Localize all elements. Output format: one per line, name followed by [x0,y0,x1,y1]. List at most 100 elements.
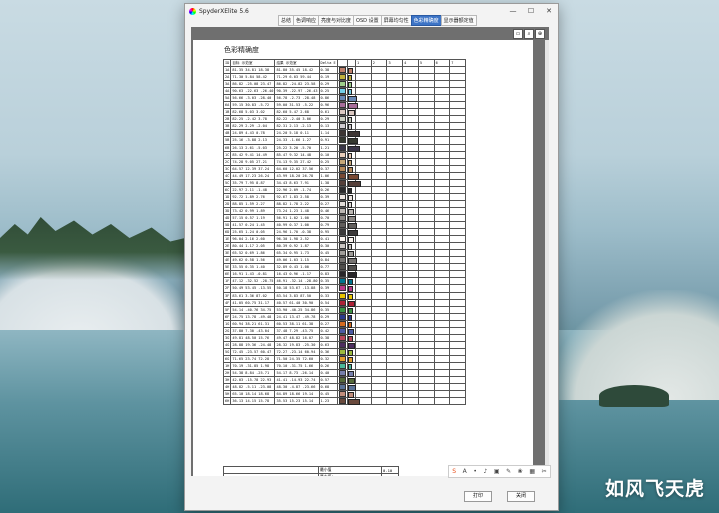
color-swatch [338,384,346,391]
close-icon[interactable]: ✕ [540,7,558,15]
scale-cell [355,136,372,145]
pen-icon[interactable]: ✎ [506,468,511,475]
maximize-icon[interactable]: ☐ [522,7,540,15]
dot-icon[interactable]: • [473,468,477,475]
scale-cell [417,369,435,378]
music-icon[interactable]: ♪ [483,468,487,475]
patch-swatch-cell [336,305,348,314]
minimize-icon[interactable]: — [504,7,522,15]
scale-cell [370,361,388,371]
tab-5[interactable]: 色彩精确度 [410,15,442,26]
scale-cell [386,213,404,223]
scale-cell [386,164,404,173]
patch-swatch-cell [336,136,348,145]
delta-e-bar-cell [346,157,357,166]
tab-2[interactable]: 亮度与对比度 [318,15,355,26]
tab-3[interactable]: OSD 设置 [353,15,382,26]
result-values: 28.32 19.83 -25.30 [274,340,320,349]
patch-swatch-cell [336,256,348,265]
target-values: 37.80 7.30 -43.04 [230,326,276,335]
scale-cell [449,390,466,399]
font-icon[interactable]: A [463,468,467,475]
zoom-select-icon[interactable]: ⊕ [535,29,545,39]
scale-cell [417,164,435,173]
table-row: 3C 64.57 12.39 37.24 64.60 12.02 37.56 0.37 [222,164,466,173]
tab-4[interactable]: 屏幕均匀性 [380,15,412,26]
tab-6[interactable]: 显示器额定值 [440,15,477,26]
page-fit-icon[interactable]: ▭ [513,29,523,39]
close-button[interactable]: 关闭 [507,491,535,502]
scale-cell [355,122,372,131]
target-values: 82.25 -2.42 3.78 [230,115,276,124]
scale-cell [370,129,388,138]
patch-id: 4A [222,87,232,96]
scale-cell [449,354,466,363]
scale-cell [355,150,372,159]
target-values: 71.30 5.84 58.42 [230,73,276,82]
delta-e-bar-cell [346,242,357,251]
patch-swatch-cell [336,326,348,335]
scale-cell [449,340,466,349]
scale-cell [386,354,404,363]
scale-cell [402,115,419,124]
scale-cell [386,129,404,138]
scale-cell [386,326,404,335]
scissors-icon[interactable]: ✂ [542,468,547,475]
skin-icon[interactable]: ❀ [518,468,523,475]
result-values: 24.33 -1.66 1.27 [274,136,320,145]
scale-cell [355,80,372,89]
table-row: 3D 73.42 0.99 1.89 73.24 1.23 1.48 0.46 [222,206,466,215]
keyboard-icon[interactable]: ▣ [494,468,500,475]
scale-cell [433,73,451,82]
sogou-icon[interactable]: S [452,468,456,475]
print-button[interactable]: 打印 [464,491,492,502]
color-swatch [338,165,346,172]
scale-cell [417,65,435,75]
target-values: 49.62 0.58 1.56 [230,256,276,265]
scale-cell [355,242,372,251]
patch-swatch-cell [336,354,348,363]
table-row: 2G 37.80 7.30 -43.04 37.48 7.29 -43.75 0.42 [222,326,466,335]
scale-cell [449,115,466,124]
patch-swatch-cell [336,150,348,159]
table-row: 6B 26.13 2.61 -5.03 25.22 3.20 -5.70 1.21 [222,143,466,152]
table-row: 2A 71.30 5.84 58.42 71.29 6.03 59.44 0.19 [222,73,466,82]
scale-cell [370,150,388,159]
grid-icon[interactable]: ▦ [529,468,535,475]
tab-1[interactable]: 色调响应 [293,15,320,26]
scale-cell [449,171,466,180]
color-swatch [338,271,346,278]
table-row: 1A 81.35 34.81 18.38 81.80 35.45 18.42 0.38 [222,65,466,75]
scale-cell [417,249,435,258]
scale-cell [417,87,435,96]
zoom-icon[interactable]: ⌕ [524,29,534,39]
scale-cell [386,192,404,201]
delta-e-bar-cell [346,235,357,244]
vertical-scrollbar[interactable] [545,40,549,476]
column-header [336,59,348,67]
scale-cell [402,150,419,159]
scale-cell [449,73,466,82]
scale-cell [402,178,419,187]
patch-id: 6F [222,312,232,321]
delta-e-value: 0.30 [318,242,338,251]
target-values: 64.57 12.39 37.24 [230,164,276,173]
patch-id: 1A [222,65,232,75]
target-values: 44.49 17.23 26.24 [230,171,276,180]
delta-e-bar-cell [346,199,357,208]
delta-e-value: 0.25 [318,87,338,96]
tab-0[interactable]: 总结 [278,15,295,26]
result-values: 40.99 0.37 1.00 [274,221,320,230]
delta-e-bar-cell [346,298,357,307]
table-row: 4C 44.49 17.23 26.24 43.99 18.20 26.78 1.06 [222,171,466,180]
scale-cell [433,242,451,251]
scale-cell [386,101,404,110]
scale-cell [402,277,419,286]
target-values: 56.66 -3.03 -28.40 [230,94,276,103]
scale-cell [402,122,419,131]
patch-id: 3D [222,206,232,215]
scale-cell [433,87,451,96]
scale-cell [433,115,451,124]
scale-cell [386,235,404,244]
delta-e-bar-cell [346,213,357,223]
